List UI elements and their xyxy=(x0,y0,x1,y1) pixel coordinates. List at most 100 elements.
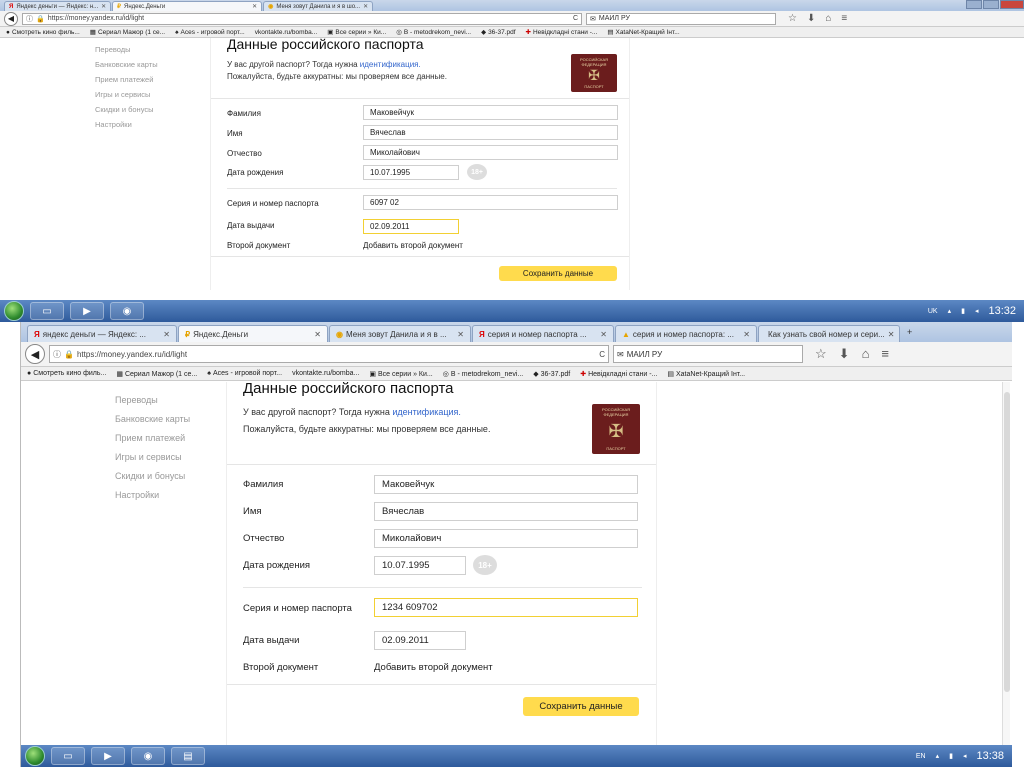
sidebar-item-bank-cards[interactable]: Банковские карты xyxy=(95,60,158,69)
patronymic-field[interactable]: Миколайович xyxy=(374,529,638,548)
sidebar-item-discounts[interactable]: Скидки и бонусы xyxy=(115,471,190,481)
download-icon[interactable]: ⬇ xyxy=(807,13,815,24)
taskbar-firefox[interactable]: ◉ xyxy=(110,302,144,320)
dob-field[interactable]: 10.07.1995 xyxy=(363,165,459,180)
passport-series-field[interactable]: 1234 609702 xyxy=(374,598,638,617)
close-icon[interactable]: ✕ xyxy=(600,330,607,339)
scrollbar[interactable] xyxy=(1002,382,1010,752)
identification-link[interactable]: идентификация. xyxy=(392,407,461,417)
bookmark-item[interactable]: ▦ Сериал Мажор (1 се... xyxy=(90,28,165,36)
sidebar-item-settings[interactable]: Настройки xyxy=(95,120,158,129)
taskbar-presentation[interactable]: ▤ xyxy=(171,747,205,765)
issue-date-field[interactable]: 02.09.2011 xyxy=(363,219,459,234)
bookmark-item[interactable]: ✚ Невідкладні стани -... xyxy=(580,370,657,378)
close-icon[interactable]: ✕ xyxy=(743,330,750,339)
sidebar-item-discounts[interactable]: Скидки и бонусы xyxy=(95,105,158,114)
volume-icon[interactable]: ◂ xyxy=(963,752,967,760)
home-icon[interactable]: ⌂ xyxy=(862,346,870,362)
tray-flag-icon[interactable]: ▴ xyxy=(936,752,940,760)
sidebar-item-transfers[interactable]: Переводы xyxy=(95,45,158,54)
back-button[interactable]: ◀ xyxy=(4,11,18,26)
bookmark-item[interactable]: vkontakte.ru/bomba... xyxy=(292,370,359,377)
bookmark-item[interactable]: ♠ Aces - игровой порт... xyxy=(175,29,245,36)
reload-icon[interactable]: C xyxy=(599,350,605,359)
search-input[interactable]: ✉ МАИЛ РУ xyxy=(613,345,803,363)
network-icon[interactable]: ▮ xyxy=(961,307,965,315)
close-icon[interactable]: ✕ xyxy=(888,330,895,339)
tab-yandex-money[interactable]: ₽ Яндекс.Деньги ✕ xyxy=(178,325,328,342)
reload-icon[interactable]: C xyxy=(573,15,578,22)
bookmark-item[interactable]: ● Смотреть кино филь... xyxy=(27,370,106,377)
passport-series-field[interactable]: 6097 02 xyxy=(363,195,618,210)
bookmark-item[interactable]: ◆ 36-37.pdf xyxy=(533,370,570,378)
start-button[interactable] xyxy=(25,746,45,766)
bookmark-item[interactable]: vkontakte.ru/bomba... xyxy=(255,29,318,36)
tab-yandex-search[interactable]: Я Яндекс деньги — Яндекс: н... ✕ xyxy=(4,1,112,11)
sidebar-item-payments[interactable]: Прием платежей xyxy=(95,75,158,84)
surname-field[interactable]: Маковейчук xyxy=(374,475,638,494)
name-field[interactable]: Вячеслав xyxy=(374,502,638,521)
menu-icon[interactable]: ≡ xyxy=(841,13,847,24)
bookmark-item[interactable]: ▤ XataNet-Кращий Інт... xyxy=(667,370,745,378)
sidebar-item-settings[interactable]: Настройки xyxy=(115,490,190,500)
bookmark-item[interactable]: ▦ Сериал Мажор (1 се... xyxy=(116,370,197,378)
clock[interactable]: 13:32 xyxy=(988,305,1016,317)
bookmark-item[interactable]: ▤ XataNet-Кращий Інт... xyxy=(607,28,679,36)
patronymic-field[interactable]: Миколайович xyxy=(363,145,618,160)
tab-yandex-money[interactable]: ₽ Яндекс.Деньги ✕ xyxy=(112,1,263,11)
sidebar-item-games[interactable]: Игры и сервисы xyxy=(95,90,158,99)
back-button[interactable]: ◀ xyxy=(25,344,45,364)
bookmark-star-icon[interactable]: ☆ xyxy=(815,346,827,362)
taskbar-media[interactable]: ▶ xyxy=(70,302,104,320)
scrollbar-thumb[interactable] xyxy=(1004,392,1010,692)
bookmark-star-icon[interactable]: ☆ xyxy=(788,13,797,24)
sidebar-item-payments[interactable]: Прием платежей xyxy=(115,433,190,443)
add-second-doc-link[interactable]: Добавить второй документ xyxy=(363,241,463,250)
bookmark-item[interactable]: ✚ Невідкладні стани -... xyxy=(526,28,598,36)
bookmark-item[interactable]: ● Смотреть кино филь... xyxy=(6,29,80,36)
sidebar-item-bank-cards[interactable]: Банковские карты xyxy=(115,414,190,424)
save-button[interactable]: Сохранить данные xyxy=(499,266,617,281)
bookmark-item[interactable]: ▣ Все серии » Ки... xyxy=(369,370,432,378)
add-second-doc-link[interactable]: Добавить второй документ xyxy=(374,663,493,673)
sidebar-item-games[interactable]: Игры и сервисы xyxy=(115,452,190,462)
issue-date-field[interactable]: 02.09.2011 xyxy=(374,631,466,650)
menu-icon[interactable]: ≡ xyxy=(881,346,889,362)
close-icon[interactable]: ✕ xyxy=(101,3,106,10)
dob-field[interactable]: 10.07.1995 xyxy=(374,556,466,575)
minimize-button[interactable] xyxy=(966,0,982,9)
search-input[interactable]: ✉ МАИЛ РУ xyxy=(586,12,776,25)
close-icon[interactable]: ✕ xyxy=(314,330,321,339)
url-bar[interactable]: ⓘ 🔒 https://money.yandex.ru/id/light C xyxy=(22,12,582,25)
taskbar-explorer[interactable]: ▭ xyxy=(30,302,64,320)
bookmark-item[interactable]: ◎ В - metodrekom_nevi... xyxy=(396,28,471,36)
home-icon[interactable]: ⌂ xyxy=(825,13,831,24)
language-indicator[interactable]: UK xyxy=(928,308,938,315)
close-icon[interactable]: ✕ xyxy=(363,3,368,10)
new-tab-button[interactable]: + xyxy=(901,327,918,337)
download-icon[interactable]: ⬇ xyxy=(839,346,850,362)
close-icon[interactable]: ✕ xyxy=(457,330,464,339)
tray-flag-icon[interactable]: ▴ xyxy=(948,307,952,315)
save-button[interactable]: Сохранить данные xyxy=(523,697,639,716)
maximize-button[interactable] xyxy=(983,0,999,9)
identification-link[interactable]: идентификация. xyxy=(360,60,421,69)
tab-passport-info[interactable]: ▲ серия и номер паспорта: ... ✕ xyxy=(615,325,757,342)
taskbar-explorer[interactable]: ▭ xyxy=(51,747,85,765)
bookmark-item[interactable]: ◎ В - metodrekom_nevi... xyxy=(443,370,523,378)
tab-yandex-search[interactable]: Яяндекс деньги — Яндекс: ... ✕ xyxy=(27,325,177,342)
tab-passport-search[interactable]: Ясерия и номер паспорта ... ✕ xyxy=(472,325,614,342)
language-indicator[interactable]: EN xyxy=(916,753,926,760)
clock[interactable]: 13:38 xyxy=(976,750,1004,762)
network-icon[interactable]: ▮ xyxy=(949,752,953,760)
bookmark-item[interactable]: ◆ 36-37.pdf xyxy=(481,28,515,36)
window-close-button[interactable] xyxy=(1000,0,1024,9)
bookmark-item[interactable]: ♠ Aces - игровой порт... xyxy=(207,370,282,377)
start-button[interactable] xyxy=(4,301,24,321)
sidebar-item-transfers[interactable]: Переводы xyxy=(115,395,190,405)
tab-how-to-know[interactable]: Как узнать свой номер и сери... ✕ xyxy=(758,325,900,342)
bookmark-item[interactable]: ▣ Все серии » Ки... xyxy=(327,28,386,36)
close-icon[interactable]: ✕ xyxy=(163,330,170,339)
tab-danila[interactable]: ◉ Меня зовут Данила и я в шо... ✕ xyxy=(263,1,374,11)
tab-danila[interactable]: ◉ Меня зовут Данила и я в ... ✕ xyxy=(329,325,471,342)
